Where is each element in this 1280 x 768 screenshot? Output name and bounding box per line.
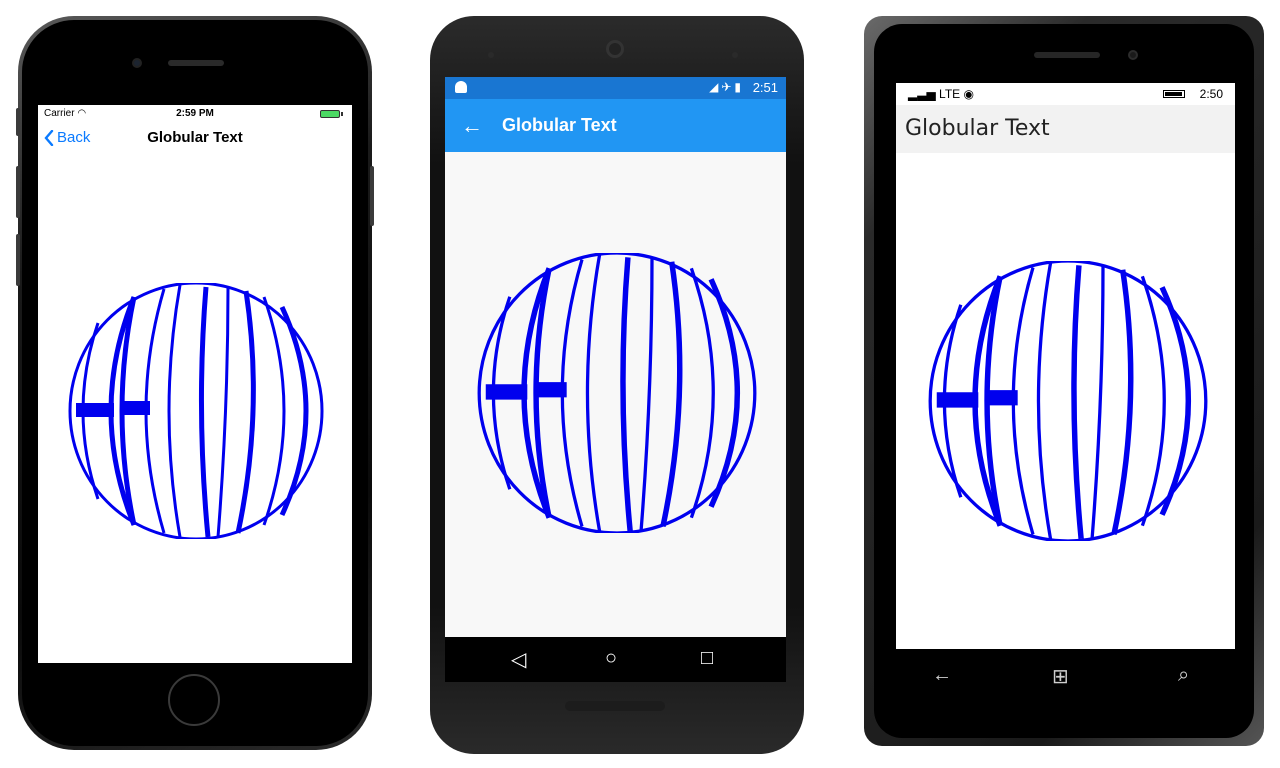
ios-power-button (370, 166, 374, 226)
ios-screen: Carrier ◠ 2:59 PM Back Globular Text HEL… (38, 105, 352, 663)
globe-stroke (936, 392, 979, 408)
recents-square-icon[interactable]: □ (701, 647, 713, 670)
globe-stroke (989, 390, 1018, 406)
search-icon[interactable]: ⌕ (1178, 664, 1189, 687)
back-arrow-icon[interactable]: ← (932, 664, 952, 687)
globular-text-canvas: HELLO (928, 261, 1208, 541)
ios-navigation-bar: Back Globular Text (38, 123, 352, 153)
bottom-speaker (565, 701, 665, 711)
windows-phone-device: ▂▃▅ LTE ◉ 2:50 Globular Text HELLO ← ⊞ ⌕ (864, 16, 1264, 746)
network-label: LTE (939, 87, 961, 101)
earpiece-speaker (1034, 52, 1100, 58)
home-button[interactable] (168, 674, 220, 726)
signal-area: ▂▃▅ LTE ◉ (908, 87, 974, 101)
wp-status-bar: ▂▃▅ LTE ◉ 2:50 (896, 83, 1235, 105)
home-circle-icon[interactable]: ○ (605, 647, 617, 670)
earpiece-speaker (168, 60, 224, 66)
sensor-dot (732, 52, 738, 58)
android-app-bar: ← Globular Text (445, 99, 786, 152)
ios-volume-up (16, 166, 20, 218)
android-navigation-bar: ◁ ○ □ (445, 637, 786, 682)
wp-screen: ▂▃▅ LTE ◉ 2:50 Globular Text HELLO (896, 83, 1235, 649)
status-time: 2:51 (752, 80, 778, 95)
front-camera (132, 58, 142, 68)
wp-title-bar: Globular Text (896, 105, 1235, 153)
android-screen: ◢✈▮ 2:51 ← Globular Text HELLO (445, 77, 786, 637)
battery-icon (1163, 90, 1185, 98)
no-sim-icon: ◢ (709, 80, 722, 94)
location-icon: ◉ (963, 87, 974, 101)
front-camera (606, 40, 624, 58)
globe-stroke (124, 401, 150, 415)
android-status-bar: ◢✈▮ 2:51 (445, 77, 786, 99)
sensor-dot (488, 52, 494, 58)
globe-text: HELLO (477, 253, 757, 533)
ios-mute-switch (16, 108, 20, 136)
globe-text: HELLO (928, 261, 1208, 541)
status-time: 2:59 PM (176, 108, 214, 119)
globular-text-canvas: HELLO (477, 253, 757, 533)
page-title: Globular Text (147, 129, 243, 146)
battery-icon (320, 110, 346, 118)
globe-text: HELLO (68, 283, 324, 539)
page-title: Globular Text (502, 115, 617, 135)
android-notification-icon (455, 81, 467, 93)
battery-charging-icon: ▮ (734, 80, 744, 94)
android-device: ◢✈▮ 2:51 ← Globular Text HELLO ◁ ○ □ (430, 16, 804, 754)
signal-bars-icon: ▂▃▅ (908, 87, 936, 101)
globe-stroke (538, 382, 567, 398)
globular-text-canvas: HELLO (68, 283, 324, 539)
back-arrow-icon[interactable]: ← (461, 113, 483, 139)
globe-stroke (485, 384, 528, 400)
ios-volume-down (16, 234, 20, 286)
back-triangle-icon[interactable]: ◁ (511, 647, 526, 672)
page-title: Globular Text (905, 116, 1050, 141)
status-icons: ◢✈▮ (709, 80, 744, 94)
windows-start-icon[interactable]: ⊞ (1052, 664, 1069, 689)
wp-navigation-bar: ← ⊞ ⌕ (896, 664, 1235, 694)
status-time: 2:50 (1199, 87, 1223, 101)
globe-stroke (76, 403, 114, 417)
ios-device: Carrier ◠ 2:59 PM Back Globular Text HEL… (16, 16, 374, 750)
airplane-icon: ✈ (721, 80, 735, 94)
ios-status-bar: Carrier ◠ 2:59 PM (38, 105, 352, 123)
front-camera (1128, 50, 1138, 60)
